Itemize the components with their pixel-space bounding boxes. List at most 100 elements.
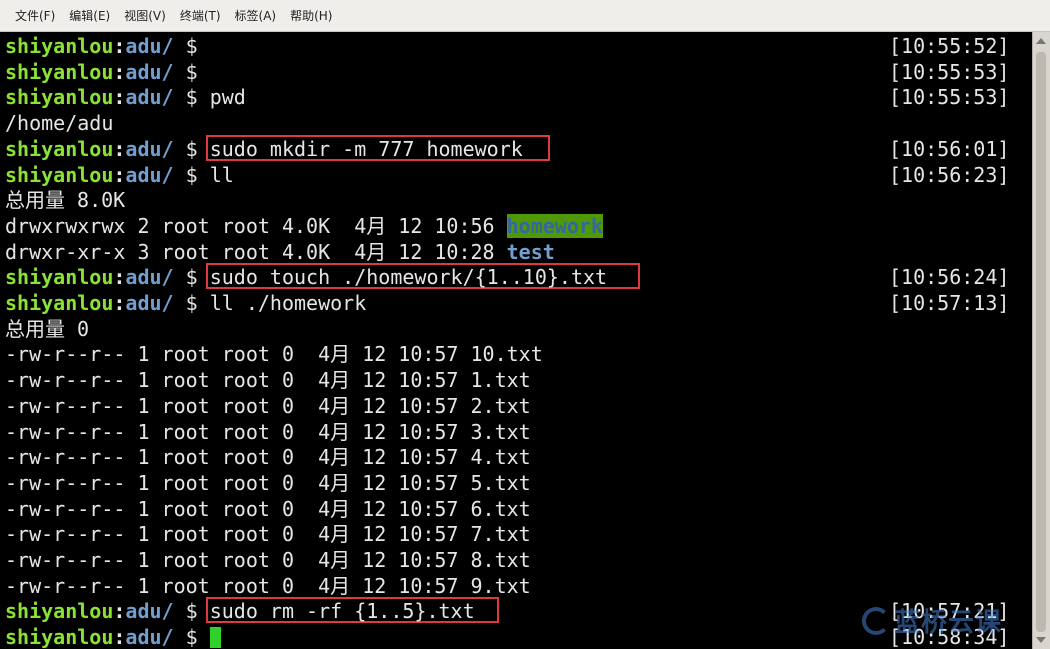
output-text: -rw-r--r-- 1 root root 0 4月 12 10:57 7.t… <box>5 522 531 547</box>
prompt-colon: : <box>113 34 126 58</box>
output-line: /home/adu <box>5 111 113 136</box>
output-text: -rw-r--r-- 1 root root 0 4月 12 10:57 4.t… <box>5 445 531 470</box>
terminal-output[interactable]: [10:55:52] shiyanlou:adu/ $ [10:55:53] shi… <box>0 32 1032 649</box>
output-line: -rw-r--r-- 1 root root 0 4月 12 10:57 3.t… <box>5 420 531 445</box>
output-text: -rw-r--r-- 1 root root 0 4月 12 10:57 2.t… <box>5 393 531 418</box>
output-line: -rw-r--r-- 1 root root 0 4月 12 10:57 5.t… <box>5 471 531 496</box>
prompt-host: shiyanlou <box>5 136 114 161</box>
output-text: drwxr-xr-x 3 root root 4.0K 4月 12 10:28 <box>5 239 507 264</box>
timestamp: [10:55:53] <box>889 59 1010 84</box>
output-text: /home/adu <box>5 111 114 136</box>
command-text: sudo mkdir -m 777 homework <box>209 136 523 161</box>
prompt-path: adu/ <box>125 599 174 624</box>
output-text: drwxrwxrwx 2 root root 4.0K 4月 12 10:56 <box>5 213 507 238</box>
timestamp: [10:56:24] <box>889 265 1010 290</box>
scroll-up-icon[interactable] <box>1036 38 1046 44</box>
timestamp: [10:57:13] <box>889 291 1010 315</box>
prompt-colon: : <box>113 162 126 187</box>
prompt-path: adu/ <box>125 625 174 649</box>
prompt-colon: : <box>113 265 126 290</box>
command-text: sudo touch ./homework/{1..10}.txt <box>209 265 608 290</box>
output-text: -rw-r--r-- 1 root root 0 4月 12 10:57 9.t… <box>5 573 531 598</box>
watermark-text: 蓝桥云课 <box>894 608 1003 638</box>
command-text: sudo rm -rf {1..5}.txt <box>209 599 475 624</box>
prompt-colon: : <box>113 291 126 315</box>
prompt-path: adu/ <box>125 85 174 110</box>
timestamp: [10:55:53] <box>889 85 1010 110</box>
prompt-colon: : <box>113 59 126 84</box>
prompt-host: shiyanlou <box>5 599 114 624</box>
prompt-path: adu/ <box>125 34 174 58</box>
prompt-host: shiyanlou <box>5 85 114 110</box>
menu-file[interactable]: 文件(F) <box>8 3 62 28</box>
timestamp: [10:55:52] <box>889 34 1010 58</box>
output-line: drwxr-xr-x 3 root root 4.0K 4月 12 10:28 … <box>5 240 555 265</box>
output-line: 总用量 0 <box>5 317 89 342</box>
prompt-symbol: $ <box>173 599 210 624</box>
prompt-host: shiyanlou <box>5 34 114 58</box>
prompt-symbol: $ <box>173 59 210 84</box>
prompt-symbol: $ <box>173 291 210 315</box>
output-text: -rw-r--r-- 1 root root 0 4月 12 10:57 6.t… <box>5 496 531 521</box>
prompt-line: shiyanlou:adu/ $ sudo mkdir -m 777 homew… <box>5 137 523 162</box>
timestamp: [10:56:23] <box>889 162 1010 187</box>
output-text: -rw-r--r-- 1 root root 0 4月 12 10:57 8.t… <box>5 548 531 572</box>
prompt-path: adu/ <box>125 136 174 161</box>
prompt-path: adu/ <box>125 162 174 187</box>
prompt-line: shiyanlou:adu/ $ sudo touch ./homework/{… <box>5 265 607 290</box>
output-text: -rw-r--r-- 1 root root 0 4月 12 10:57 5.t… <box>5 470 531 495</box>
output-line: -rw-r--r-- 1 root root 0 4月 12 10:57 2.t… <box>5 394 531 419</box>
output-text: 总用量 8.0K <box>5 188 126 213</box>
prompt-line: shiyanlou:adu/ $ sudo rm -rf {1..5}.txt <box>5 599 475 624</box>
terminal-window: 文件(F) 编辑(E) 视图(V) 终端(T) 标签(A) 帮助(H) [10:… <box>0 0 1050 649</box>
scroll-down-icon[interactable] <box>1036 637 1046 643</box>
prompt-path: adu/ <box>125 291 174 315</box>
output-text: -rw-r--r-- 1 root root 0 4月 12 10:57 1.t… <box>5 368 531 393</box>
prompt-line: shiyanlou:adu/ $ pwd <box>5 85 246 110</box>
directory-name: test <box>506 239 555 264</box>
prompt-host: shiyanlou <box>5 59 114 84</box>
command-text: pwd <box>209 85 246 110</box>
terminal-cursor <box>209 627 221 649</box>
output-line: -rw-r--r-- 1 root root 0 4月 12 10:57 9.t… <box>5 574 531 599</box>
prompt-symbol: $ <box>173 136 210 161</box>
menu-view[interactable]: 视图(V) <box>117 3 173 28</box>
prompt-colon: : <box>113 625 126 649</box>
output-line: -rw-r--r-- 1 root root 0 4月 12 10:57 7.t… <box>5 522 531 547</box>
prompt-line: shiyanlou:adu/ $ <box>5 60 210 85</box>
timestamp: [10:56:01] <box>889 136 1010 161</box>
output-text: 总用量 0 <box>5 316 90 341</box>
prompt-line: shiyanlou:adu/ $ <box>5 34 210 59</box>
menu-help[interactable]: 帮助(H) <box>283 3 339 28</box>
prompt-host: shiyanlou <box>5 291 114 315</box>
watermark-logo-icon <box>862 606 890 635</box>
menu-edit[interactable]: 编辑(E) <box>62 3 117 28</box>
prompt-colon: : <box>113 599 126 624</box>
prompt-line: shiyanlou:adu/ $ <box>5 625 221 649</box>
prompt-host: shiyanlou <box>5 625 114 649</box>
prompt-path: adu/ <box>125 265 174 290</box>
prompt-path: adu/ <box>125 59 174 84</box>
prompt-symbol: $ <box>173 625 210 649</box>
output-line: drwxrwxrwx 2 root root 4.0K 4月 12 10:56 … <box>5 213 603 239</box>
output-line: 总用量 8.0K <box>5 188 125 213</box>
scroll-thumb[interactable] <box>1036 52 1046 632</box>
output-line: -rw-r--r-- 1 root root 0 4月 12 10:57 6.t… <box>5 497 531 522</box>
command-text: ll <box>209 162 234 187</box>
menu-bar: 文件(F) 编辑(E) 视图(V) 终端(T) 标签(A) 帮助(H) <box>0 0 1050 32</box>
output-line: -rw-r--r-- 1 root root 0 4月 12 10:57 8.t… <box>5 548 531 573</box>
menu-terminal[interactable]: 终端(T) <box>173 3 228 28</box>
menu-tabs[interactable]: 标签(A) <box>228 3 284 28</box>
prompt-symbol: $ <box>173 34 210 58</box>
prompt-symbol: $ <box>173 265 210 290</box>
watermark: 蓝桥云课 <box>862 602 1002 639</box>
prompt-symbol: $ <box>173 162 210 187</box>
output-text: -rw-r--r-- 1 root root 0 4月 12 10:57 10.… <box>5 342 543 367</box>
prompt-colon: : <box>113 136 126 161</box>
prompt-host: shiyanlou <box>5 162 114 187</box>
prompt-line: shiyanlou:adu/ $ ll <box>5 163 234 188</box>
prompt-host: shiyanlou <box>5 265 114 290</box>
vertical-scrollbar[interactable] <box>1032 32 1050 649</box>
output-line: -rw-r--r-- 1 root root 0 4月 12 10:57 4.t… <box>5 445 531 470</box>
output-line: -rw-r--r-- 1 root root 0 4月 12 10:57 10.… <box>5 342 543 367</box>
